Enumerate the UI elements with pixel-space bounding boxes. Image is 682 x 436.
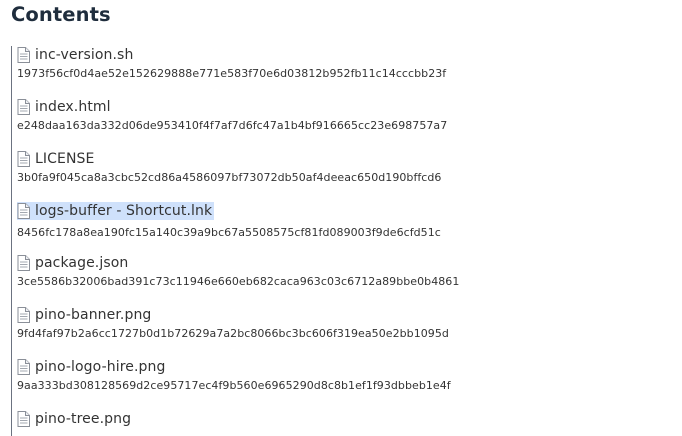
file-name[interactable]: logs-buffer - Shortcut.lnk bbox=[35, 202, 212, 220]
file-hash: 9aa333bd308128569d2ce95717ec4f9b560e6965… bbox=[17, 379, 451, 392]
file-hash: e248daa163da332d06de953410f4f7af7d6fc47a… bbox=[17, 119, 448, 132]
file-icon bbox=[17, 203, 30, 219]
list-item[interactable]: LICENSE 3b0fa9f045ca8a3cbc52cd86a4586097… bbox=[17, 150, 441, 184]
file-hash: 9fd4faf97b2a6cc1727b0d1b72629a7a2bc8066b… bbox=[17, 327, 449, 340]
file-hash: 3ce5586b32006bad391c73c11946e660eb682cac… bbox=[17, 275, 460, 288]
file-name[interactable]: pino-tree.png bbox=[35, 410, 131, 428]
file-icon bbox=[17, 359, 30, 375]
file-name[interactable]: pino-banner.png bbox=[35, 306, 151, 324]
file-row[interactable]: LICENSE bbox=[17, 150, 441, 168]
file-row[interactable]: package.json bbox=[17, 254, 459, 272]
list-item[interactable]: pino-logo-hire.png 9aa333bd308128569d2ce… bbox=[17, 358, 451, 392]
file-name[interactable]: inc-version.sh bbox=[35, 46, 133, 64]
list-item[interactable]: pino-tree.png bbox=[17, 410, 131, 431]
file-row-selected[interactable]: logs-buffer - Shortcut.lnk bbox=[17, 202, 215, 220]
file-row[interactable]: inc-version.sh bbox=[17, 46, 446, 64]
list-item[interactable]: logs-buffer - Shortcut.lnk 8456fc178a8ea… bbox=[17, 202, 441, 239]
file-name[interactable]: package.json bbox=[35, 254, 128, 272]
file-icon bbox=[17, 411, 30, 427]
list-item[interactable]: package.json 3ce5586b32006bad391c73c1194… bbox=[17, 254, 459, 288]
file-name[interactable]: LICENSE bbox=[35, 150, 94, 168]
file-icon bbox=[17, 99, 30, 115]
file-icon bbox=[17, 307, 30, 323]
file-hash: 3b0fa9f045ca8a3cbc52cd86a4586097bf73072d… bbox=[17, 171, 442, 184]
file-list: inc-version.sh 1973f56cf0d4ae52e15262988… bbox=[11, 46, 682, 436]
file-row[interactable]: pino-logo-hire.png bbox=[17, 358, 451, 376]
list-item[interactable]: pino-banner.png 9fd4faf97b2a6cc1727b0d1b… bbox=[17, 306, 449, 340]
file-hash: 8456fc178a8ea190fc15a140c39a9bc67a550857… bbox=[17, 226, 441, 239]
file-icon bbox=[17, 255, 30, 271]
list-item[interactable]: inc-version.sh 1973f56cf0d4ae52e15262988… bbox=[17, 46, 446, 80]
file-icon bbox=[17, 151, 30, 167]
file-name[interactable]: index.html bbox=[35, 98, 111, 116]
list-item[interactable]: index.html e248daa163da332d06de953410f4f… bbox=[17, 98, 447, 132]
file-row[interactable]: pino-tree.png bbox=[17, 410, 131, 428]
file-icon bbox=[17, 47, 30, 63]
page-title: Contents bbox=[11, 3, 111, 26]
file-row[interactable]: pino-banner.png bbox=[17, 306, 449, 324]
file-row[interactable]: index.html bbox=[17, 98, 447, 116]
file-hash: 1973f56cf0d4ae52e152629888e771e583f70e6d… bbox=[17, 67, 447, 80]
file-name[interactable]: pino-logo-hire.png bbox=[35, 358, 165, 376]
